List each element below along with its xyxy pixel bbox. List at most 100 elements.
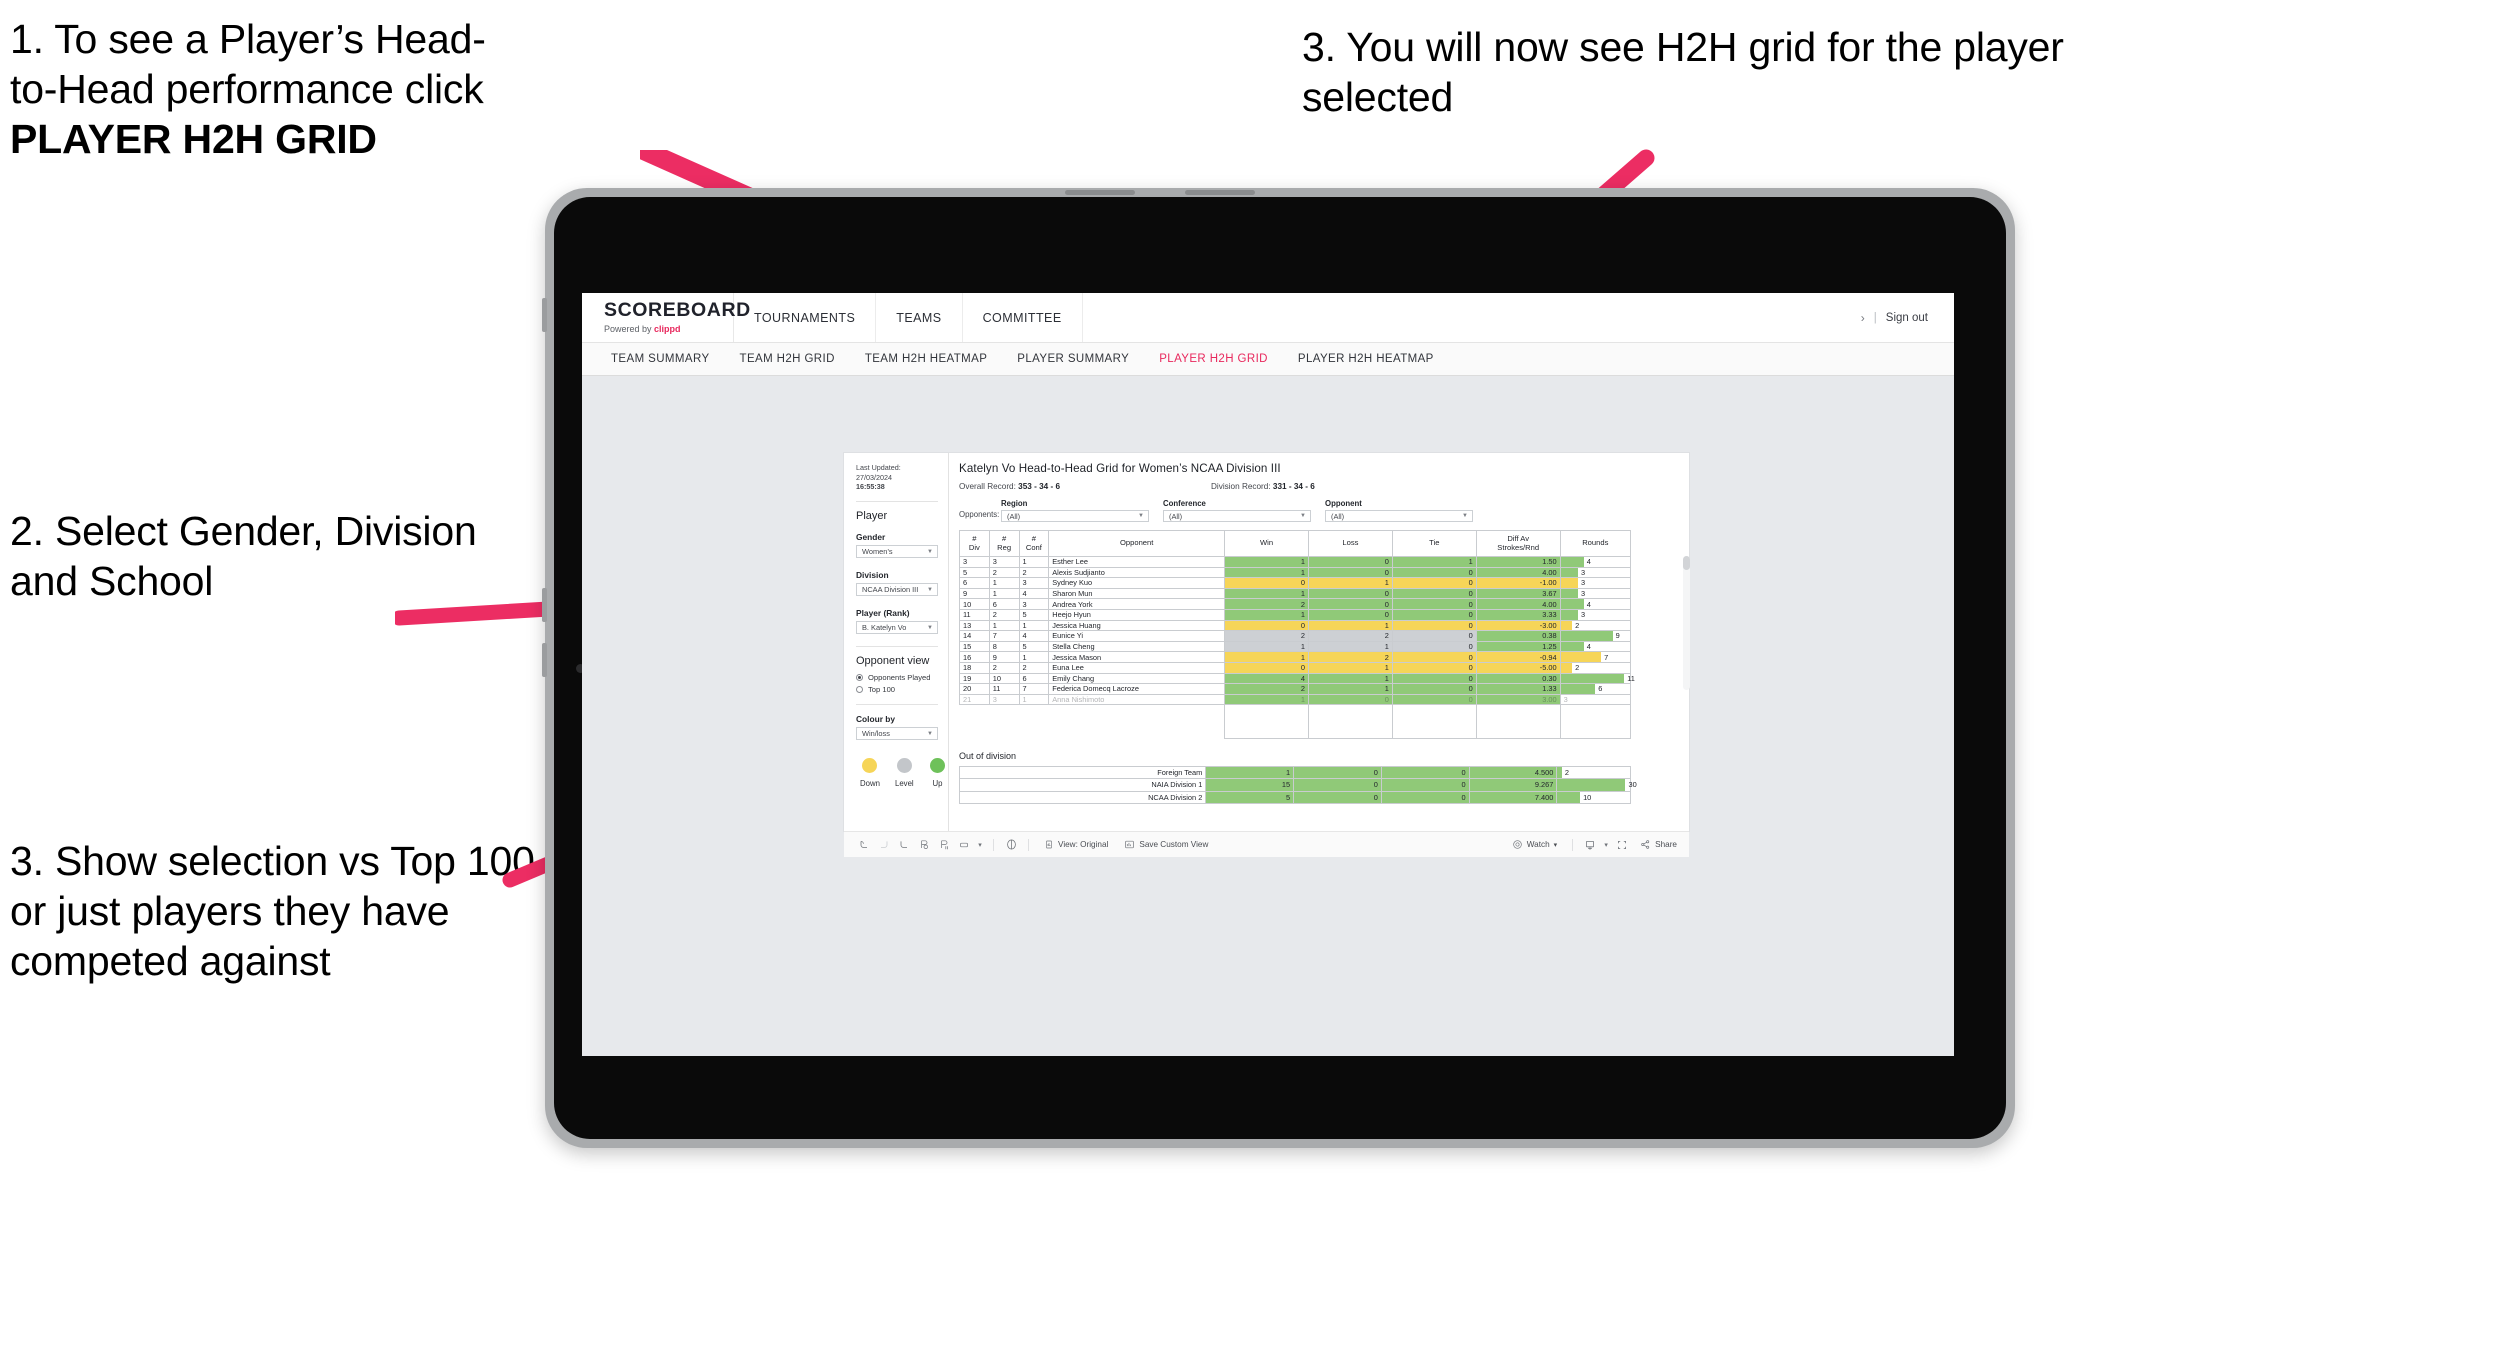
table-row[interactable]: 20 11 7 Federica Domecq Lacroze 2 1 0 1.33 6 [959, 683, 1632, 695]
cell-loss: 1 [1307, 672, 1393, 685]
save-custom-view-button[interactable]: Save Custom View [1116, 839, 1216, 850]
toolbar-divider-3 [1572, 838, 1574, 851]
player-rank-select[interactable]: B. Katelyn Vo ▼ [856, 621, 938, 635]
tab-player-h2h-heatmap[interactable]: PLAYER H2H HEATMAP [1283, 353, 1449, 365]
col-rounds: Rounds [1559, 530, 1632, 557]
cell-loss: 2 [1307, 651, 1393, 663]
filter-region-select[interactable]: (All) ▼ [1001, 510, 1149, 522]
gender-value: Women’s [862, 547, 893, 557]
chevron-right-icon[interactable]: › [1861, 311, 1865, 325]
division-record-value: 331 - 34 - 6 [1272, 482, 1315, 491]
cell-reg: 11 [988, 683, 1020, 695]
cell-opponent: Anna Nishimoto [1048, 693, 1226, 705]
brand-powered-prefix: Powered by [604, 323, 655, 334]
annotation-step-1: 1. To see a Player’s Head- to-Head perfo… [10, 14, 750, 164]
cell-loss: 1 [1307, 683, 1393, 695]
out-of-division-row[interactable]: Foreign Team 1 0 0 4.500 2 [958, 765, 1631, 780]
table-row[interactable]: 10 6 3 Andrea York 2 0 0 4.00 4 [959, 598, 1632, 610]
pause-icon[interactable] [1001, 838, 1021, 851]
cell-diff: 1.33 [1475, 683, 1561, 695]
col-conf: # Conf [1018, 530, 1050, 557]
undo-icon[interactable] [854, 839, 874, 851]
division-select[interactable]: NCAA Division III ▼ [856, 583, 938, 597]
pause-auto-update-icon[interactable] [934, 839, 954, 851]
device-layout-caret-icon[interactable]: ▾ [974, 841, 986, 849]
tab-player-h2h-grid[interactable]: PLAYER H2H GRID [1144, 353, 1283, 365]
header-separator: | [1873, 311, 1877, 324]
cell-ood-loss: 0 [1293, 765, 1382, 780]
radio-opponents-played[interactable]: Opponents Played [856, 673, 938, 682]
topnav-tournaments[interactable]: TOURNAMENTS [734, 293, 877, 342]
cell-loss: 0 [1307, 556, 1393, 568]
view-original-button[interactable]: View: Original [1036, 839, 1116, 850]
table-row[interactable]: 14 7 4 Eunice Yi 2 2 0 0.38 9 [959, 630, 1632, 642]
cell-win: 4 [1224, 672, 1309, 685]
refresh-data-icon[interactable] [914, 839, 934, 851]
table-row[interactable]: 11 2 5 Heejo Hyun 1 0 0 3.33 3 [959, 608, 1632, 621]
download-caret-icon[interactable]: ▾ [1600, 841, 1612, 849]
cell-rounds: 3 [1559, 566, 1632, 579]
tab-player-summary[interactable]: PLAYER SUMMARY [1002, 353, 1144, 365]
table-scrollbar-thumb[interactable] [1683, 556, 1690, 570]
out-of-division-row[interactable]: NCAA Division 2 5 0 0 7.400 10 [958, 790, 1631, 805]
tab-team-summary[interactable]: TEAM SUMMARY [596, 353, 725, 365]
cell-rounds: 2 [1559, 661, 1632, 674]
cell-opponent: Emily Chang [1048, 672, 1226, 685]
table-row[interactable]: 9 1 4 Sharon Mun 1 0 0 3.67 3 [959, 587, 1632, 600]
table-row[interactable]: 15 8 5 Stella Cheng 1 1 0 1.25 4 [959, 640, 1632, 653]
cell-ood-loss: 0 [1293, 778, 1382, 792]
device-button-mid [542, 588, 547, 622]
table-row[interactable]: 5 2 2 Alexis Sudjianto 1 0 0 4.00 3 [959, 566, 1632, 579]
cell-loss: 1 [1307, 661, 1393, 674]
radio-top-100[interactable]: Top 100 [856, 685, 938, 694]
cell-conf: 7 [1018, 683, 1050, 695]
tab-team-h2h-heatmap[interactable]: TEAM H2H HEATMAP [850, 353, 1002, 365]
cell-opponent: Sharon Mun [1048, 587, 1226, 600]
table-row[interactable]: 13 1 1 Jessica Huang 0 1 0 -3.00 2 [959, 619, 1632, 632]
col-diff: Diff Av Strokes/Rnd [1475, 530, 1561, 557]
fullscreen-icon[interactable] [1612, 839, 1632, 851]
redo-icon[interactable] [874, 839, 894, 851]
division-record-label: Division Record: [1211, 482, 1271, 491]
filter-conference-select[interactable]: (All) ▼ [1163, 510, 1311, 522]
sign-out-button[interactable]: Sign out [1886, 312, 1928, 324]
share-label: Share [1655, 840, 1677, 849]
out-of-division-row[interactable]: NAIA Division 1 15 0 0 9.267 30 [958, 778, 1637, 792]
gender-select[interactable]: Women’s ▼ [856, 545, 938, 559]
table-row[interactable]: 3 3 1 Esther Lee 1 0 1 1.50 4 [959, 556, 1632, 568]
filter-conference: Conference (All) ▼ [1163, 499, 1311, 522]
topnav-teams[interactable]: TEAMS [876, 293, 963, 342]
cell-opponent: Federica Domecq Lacroze [1048, 683, 1226, 695]
table-row[interactable]: 18 2 2 Euna Lee 0 1 0 -5.00 2 [959, 661, 1632, 674]
panel-heading-opponent-view: Opponent view [856, 655, 930, 668]
filter-region-label: Region [1001, 499, 1028, 508]
table-scrollbar[interactable] [1683, 556, 1690, 690]
table-row[interactable]: 19 10 6 Emily Chang 4 1 0 0.30 11 [959, 672, 1635, 685]
watch-button[interactable]: Watch ▾ [1504, 839, 1565, 850]
cell-ood-tie: 0 [1380, 765, 1470, 780]
tab-team-h2h-grid[interactable]: TEAM H2H GRID [725, 353, 850, 365]
cell-ood-name: NCAA Division 2 [958, 790, 1207, 805]
filter-opponent-value: (All) [1331, 511, 1345, 521]
colour-by-label: Colour by [856, 714, 896, 725]
cell-diff: 3.67 [1475, 587, 1561, 600]
colour-by-select[interactable]: Win/loss ▼ [856, 727, 938, 741]
download-icon[interactable] [1580, 839, 1600, 851]
table-row[interactable]: 6 1 3 Sydney Kuo 0 1 0 -1.00 3 [959, 577, 1632, 589]
share-button[interactable]: Share [1632, 839, 1679, 850]
cell-win: 1 [1224, 640, 1309, 653]
cell-reg: 2 [988, 566, 1020, 579]
topnav-committee[interactable]: COMMITTEE [963, 293, 1083, 342]
revert-icon[interactable] [894, 839, 914, 851]
account-area: › | Sign out [1861, 293, 1954, 342]
view-original-label: View: Original [1058, 840, 1109, 849]
brand-subtitle: Powered by clippd [604, 324, 733, 334]
page-title: Katelyn Vo Head-to-Head Grid for Women’s… [959, 462, 1281, 475]
radio-on-icon [856, 674, 863, 682]
cell-tie: 0 [1391, 587, 1477, 600]
cell-reg: 3 [988, 693, 1020, 705]
cell-loss: 0 [1307, 693, 1393, 705]
filter-opponent-select[interactable]: (All) ▼ [1325, 510, 1473, 522]
device-layout-icon[interactable] [954, 839, 974, 851]
table-row[interactable]: 16 9 1 Jessica Mason 1 2 0 -0.94 7 [959, 651, 1632, 663]
